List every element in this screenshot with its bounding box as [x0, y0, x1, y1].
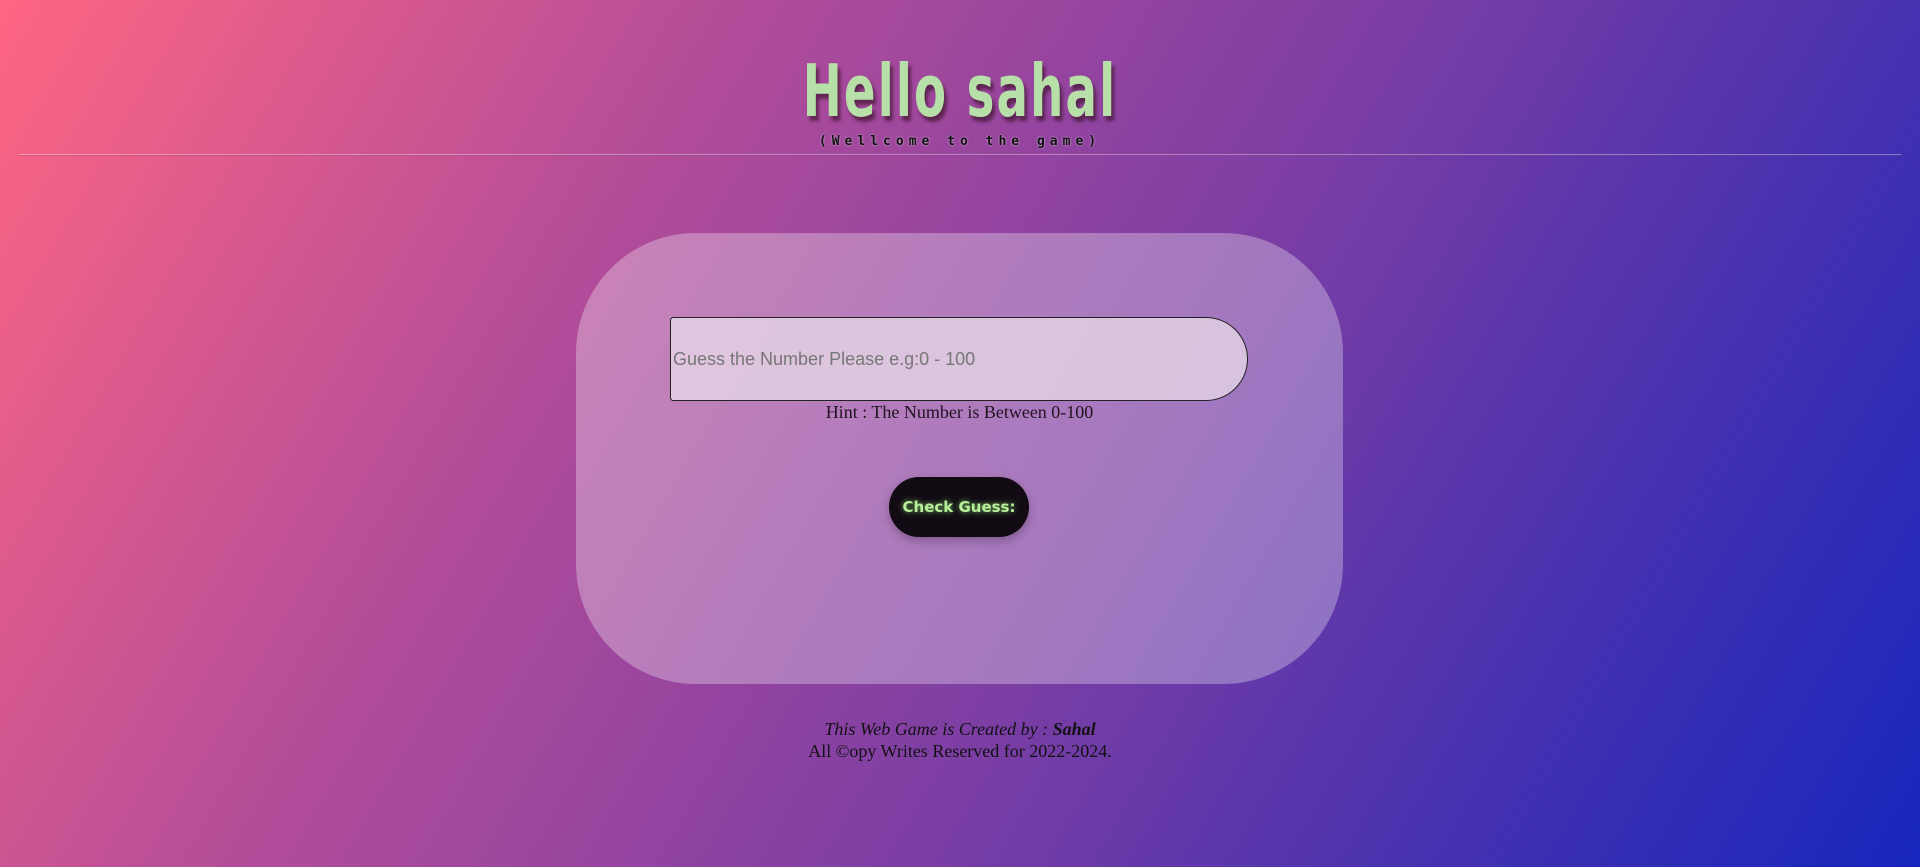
page-subtitle: (Wellcome to the game) [818, 134, 1102, 149]
hint-text: Hint : The Number is Between 0-100 [825, 402, 1094, 422]
header-divider [19, 154, 1901, 156]
check-guess-button[interactable]: Check Guess: [889, 477, 1029, 537]
footer-credit-prefix: This Web Game is Created by : [824, 719, 1053, 739]
page-title: Hello sahal [802, 49, 1118, 133]
footer-author: Sahal [1052, 719, 1096, 739]
game-card: Hint : The Number is Between 0-100 Check… [576, 233, 1343, 684]
guess-input[interactable] [670, 317, 1248, 401]
footer-copyright: All ©opy Writes Reserved for 2022-2024. [808, 741, 1112, 761]
footer: This Web Game is Created by : Sahal All … [0, 718, 1920, 762]
footer-credit: This Web Game is Created by : Sahal [0, 718, 1920, 740]
